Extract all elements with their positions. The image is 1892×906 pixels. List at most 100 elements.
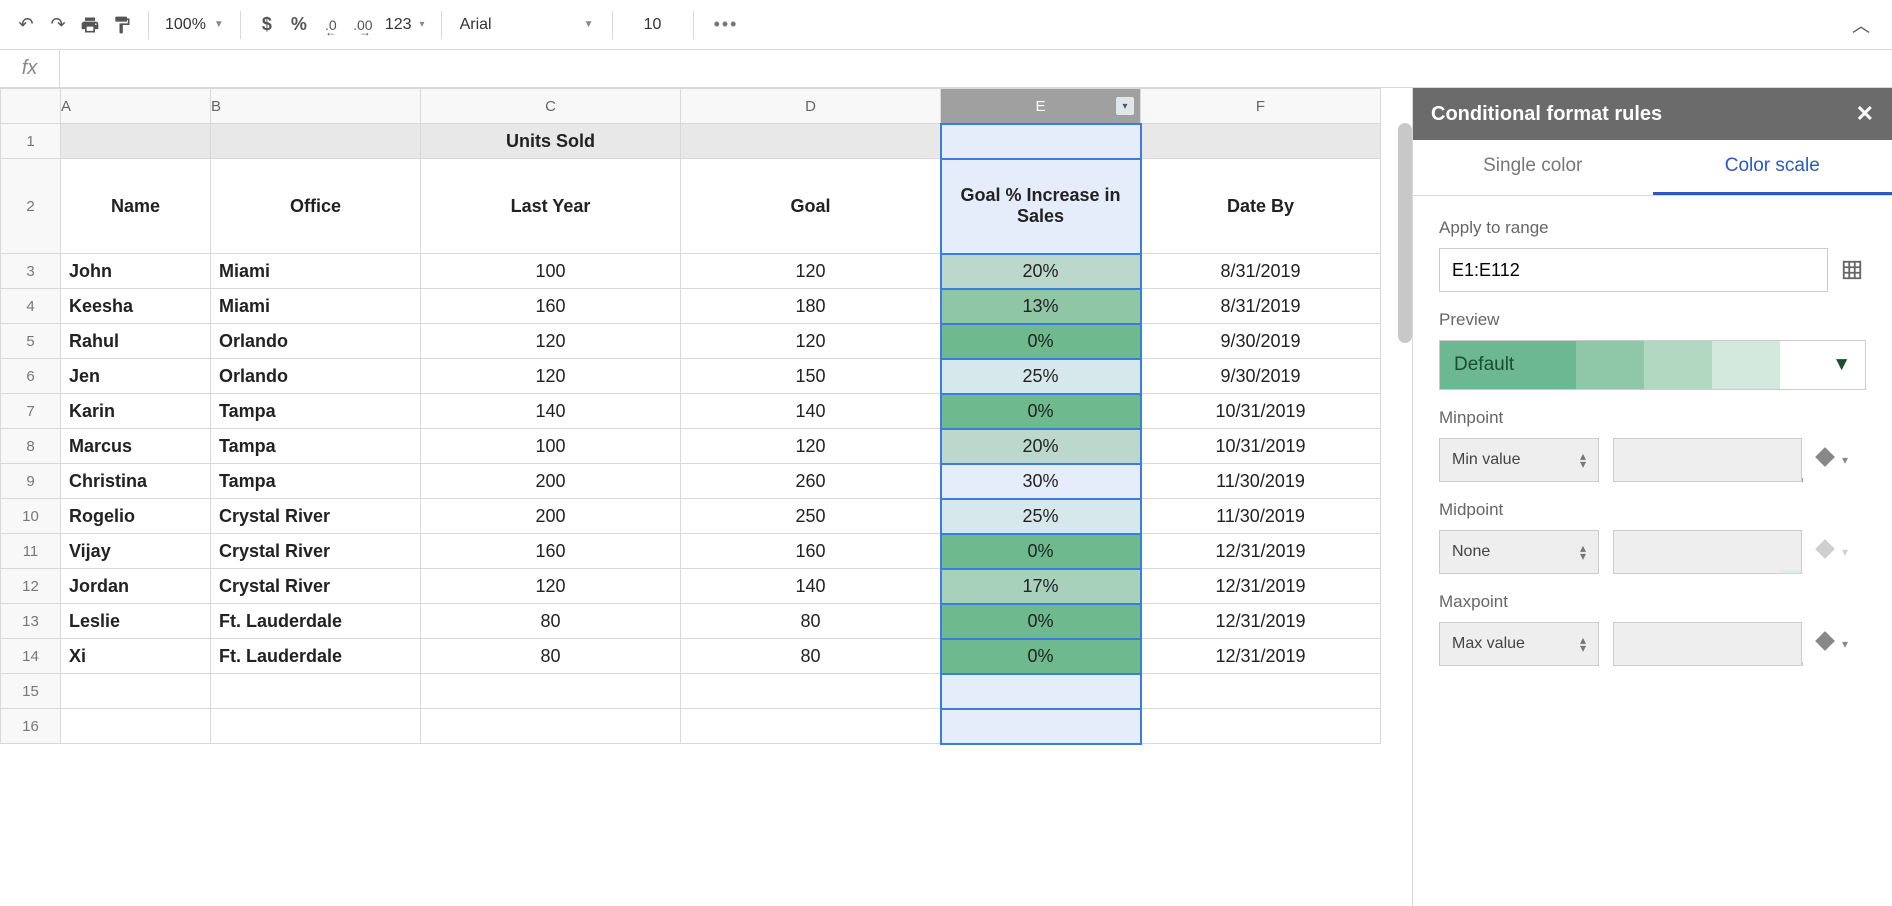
maxpoint-select[interactable]: Max value▴▾	[1439, 622, 1599, 666]
cell-D6[interactable]: 150	[681, 359, 941, 394]
minpoint-color-button[interactable]: ▾	[1816, 452, 1866, 468]
cell-E3[interactable]: 20%	[941, 254, 1141, 289]
cell-F7[interactable]: 10/31/2019	[1141, 394, 1381, 429]
cell-D12[interactable]: 140	[681, 569, 941, 604]
row-header-16[interactable]: 16	[1, 709, 61, 744]
cell-F12[interactable]: 12/31/2019	[1141, 569, 1381, 604]
cell-A8[interactable]: Marcus	[61, 429, 211, 464]
cell-F11[interactable]: 12/31/2019	[1141, 534, 1381, 569]
cell-F9[interactable]: 11/30/2019	[1141, 464, 1381, 499]
cell-E12[interactable]: 17%	[941, 569, 1141, 604]
cell-E2[interactable]: Goal % Increase in Sales	[941, 159, 1141, 254]
cell-E11[interactable]: 0%	[941, 534, 1141, 569]
cell-B10[interactable]: Crystal River	[211, 499, 421, 534]
row-header-12[interactable]: 12	[1, 569, 61, 604]
collapse-toolbar-button[interactable]: ︿	[1852, 12, 1870, 38]
midpoint-select[interactable]: None▴▾	[1439, 530, 1599, 574]
font-size-input[interactable]: 10	[623, 16, 683, 34]
cell-E8[interactable]: 20%	[941, 429, 1141, 464]
cell-C15[interactable]	[421, 674, 681, 709]
row-header-6[interactable]: 6	[1, 359, 61, 394]
cell-F15[interactable]	[1141, 674, 1381, 709]
cell-A15[interactable]	[61, 674, 211, 709]
cell-C2[interactable]: Last Year	[421, 159, 681, 254]
cell-F16[interactable]	[1141, 709, 1381, 744]
row-header-7[interactable]: 7	[1, 394, 61, 429]
more-formats-button[interactable]: •••	[704, 14, 749, 35]
cell-C1[interactable]: Units Sold	[421, 124, 681, 159]
cell-D4[interactable]: 180	[681, 289, 941, 324]
cell-F3[interactable]: 8/31/2019	[1141, 254, 1381, 289]
cell-A10[interactable]: Rogelio	[61, 499, 211, 534]
maxpoint-value-input[interactable]	[1613, 622, 1802, 666]
cell-A1[interactable]	[61, 124, 211, 159]
cell-E16[interactable]	[941, 709, 1141, 744]
column-header-A[interactable]: A	[61, 89, 211, 124]
cell-E7[interactable]: 0%	[941, 394, 1141, 429]
minpoint-select[interactable]: Min value▴▾	[1439, 438, 1599, 482]
cell-A14[interactable]: Xi	[61, 639, 211, 674]
row-header-8[interactable]: 8	[1, 429, 61, 464]
preview-dropdown[interactable]: Default ▼	[1439, 340, 1866, 390]
cell-C10[interactable]: 200	[421, 499, 681, 534]
zoom-dropdown[interactable]: 100%▼	[159, 16, 230, 34]
cell-E9[interactable]: 30%	[941, 464, 1141, 499]
cell-F2[interactable]: Date By	[1141, 159, 1381, 254]
cell-A12[interactable]: Jordan	[61, 569, 211, 604]
midpoint-color-button[interactable]: ▾	[1816, 544, 1866, 560]
cell-B7[interactable]: Tampa	[211, 394, 421, 429]
tab-color-scale[interactable]: Color scale	[1653, 140, 1892, 195]
cell-A6[interactable]: Jen	[61, 359, 211, 394]
cell-B15[interactable]	[211, 674, 421, 709]
tab-single-color[interactable]: Single color	[1413, 140, 1653, 195]
minpoint-value-input[interactable]	[1613, 438, 1802, 482]
cell-D3[interactable]: 120	[681, 254, 941, 289]
scrollbar-vertical[interactable]	[1398, 123, 1412, 343]
cell-C5[interactable]: 120	[421, 324, 681, 359]
cell-B1[interactable]	[211, 124, 421, 159]
redo-button[interactable]: ↷	[42, 9, 74, 41]
cell-C12[interactable]: 120	[421, 569, 681, 604]
cell-B4[interactable]: Miami	[211, 289, 421, 324]
row-header-9[interactable]: 9	[1, 464, 61, 499]
cell-F14[interactable]: 12/31/2019	[1141, 639, 1381, 674]
cell-F5[interactable]: 9/30/2019	[1141, 324, 1381, 359]
formula-input[interactable]	[60, 50, 1892, 87]
currency-button[interactable]: $	[251, 9, 283, 41]
increase-decimal-button[interactable]: .00→	[347, 9, 379, 41]
row-header-15[interactable]: 15	[1, 674, 61, 709]
print-button[interactable]	[74, 9, 106, 41]
cell-E15[interactable]	[941, 674, 1141, 709]
row-header-11[interactable]: 11	[1, 534, 61, 569]
column-header-D[interactable]: D	[681, 89, 941, 124]
cell-A2[interactable]: Name	[61, 159, 211, 254]
cell-B5[interactable]: Orlando	[211, 324, 421, 359]
cell-C13[interactable]: 80	[421, 604, 681, 639]
cell-D9[interactable]: 260	[681, 464, 941, 499]
cell-B3[interactable]: Miami	[211, 254, 421, 289]
cell-B8[interactable]: Tampa	[211, 429, 421, 464]
cell-E1[interactable]	[941, 124, 1141, 159]
cell-D7[interactable]: 140	[681, 394, 941, 429]
column-header-F[interactable]: F	[1141, 89, 1381, 124]
cell-D8[interactable]: 120	[681, 429, 941, 464]
select-range-button[interactable]	[1838, 256, 1866, 284]
row-header-3[interactable]: 3	[1, 254, 61, 289]
cell-D14[interactable]: 80	[681, 639, 941, 674]
row-header-4[interactable]: 4	[1, 289, 61, 324]
undo-button[interactable]: ↶	[10, 9, 42, 41]
cell-B2[interactable]: Office	[211, 159, 421, 254]
cell-B11[interactable]: Crystal River	[211, 534, 421, 569]
column-header-E[interactable]: E▾	[941, 89, 1141, 124]
cell-D16[interactable]	[681, 709, 941, 744]
cell-A3[interactable]: John	[61, 254, 211, 289]
cell-E4[interactable]: 13%	[941, 289, 1141, 324]
row-header-14[interactable]: 14	[1, 639, 61, 674]
cell-A9[interactable]: Christina	[61, 464, 211, 499]
cell-D10[interactable]: 250	[681, 499, 941, 534]
row-header-10[interactable]: 10	[1, 499, 61, 534]
midpoint-value-input[interactable]	[1613, 530, 1802, 574]
row-header-2[interactable]: 2	[1, 159, 61, 254]
apply-range-input[interactable]	[1439, 248, 1828, 292]
select-all-cell[interactable]	[1, 89, 61, 124]
